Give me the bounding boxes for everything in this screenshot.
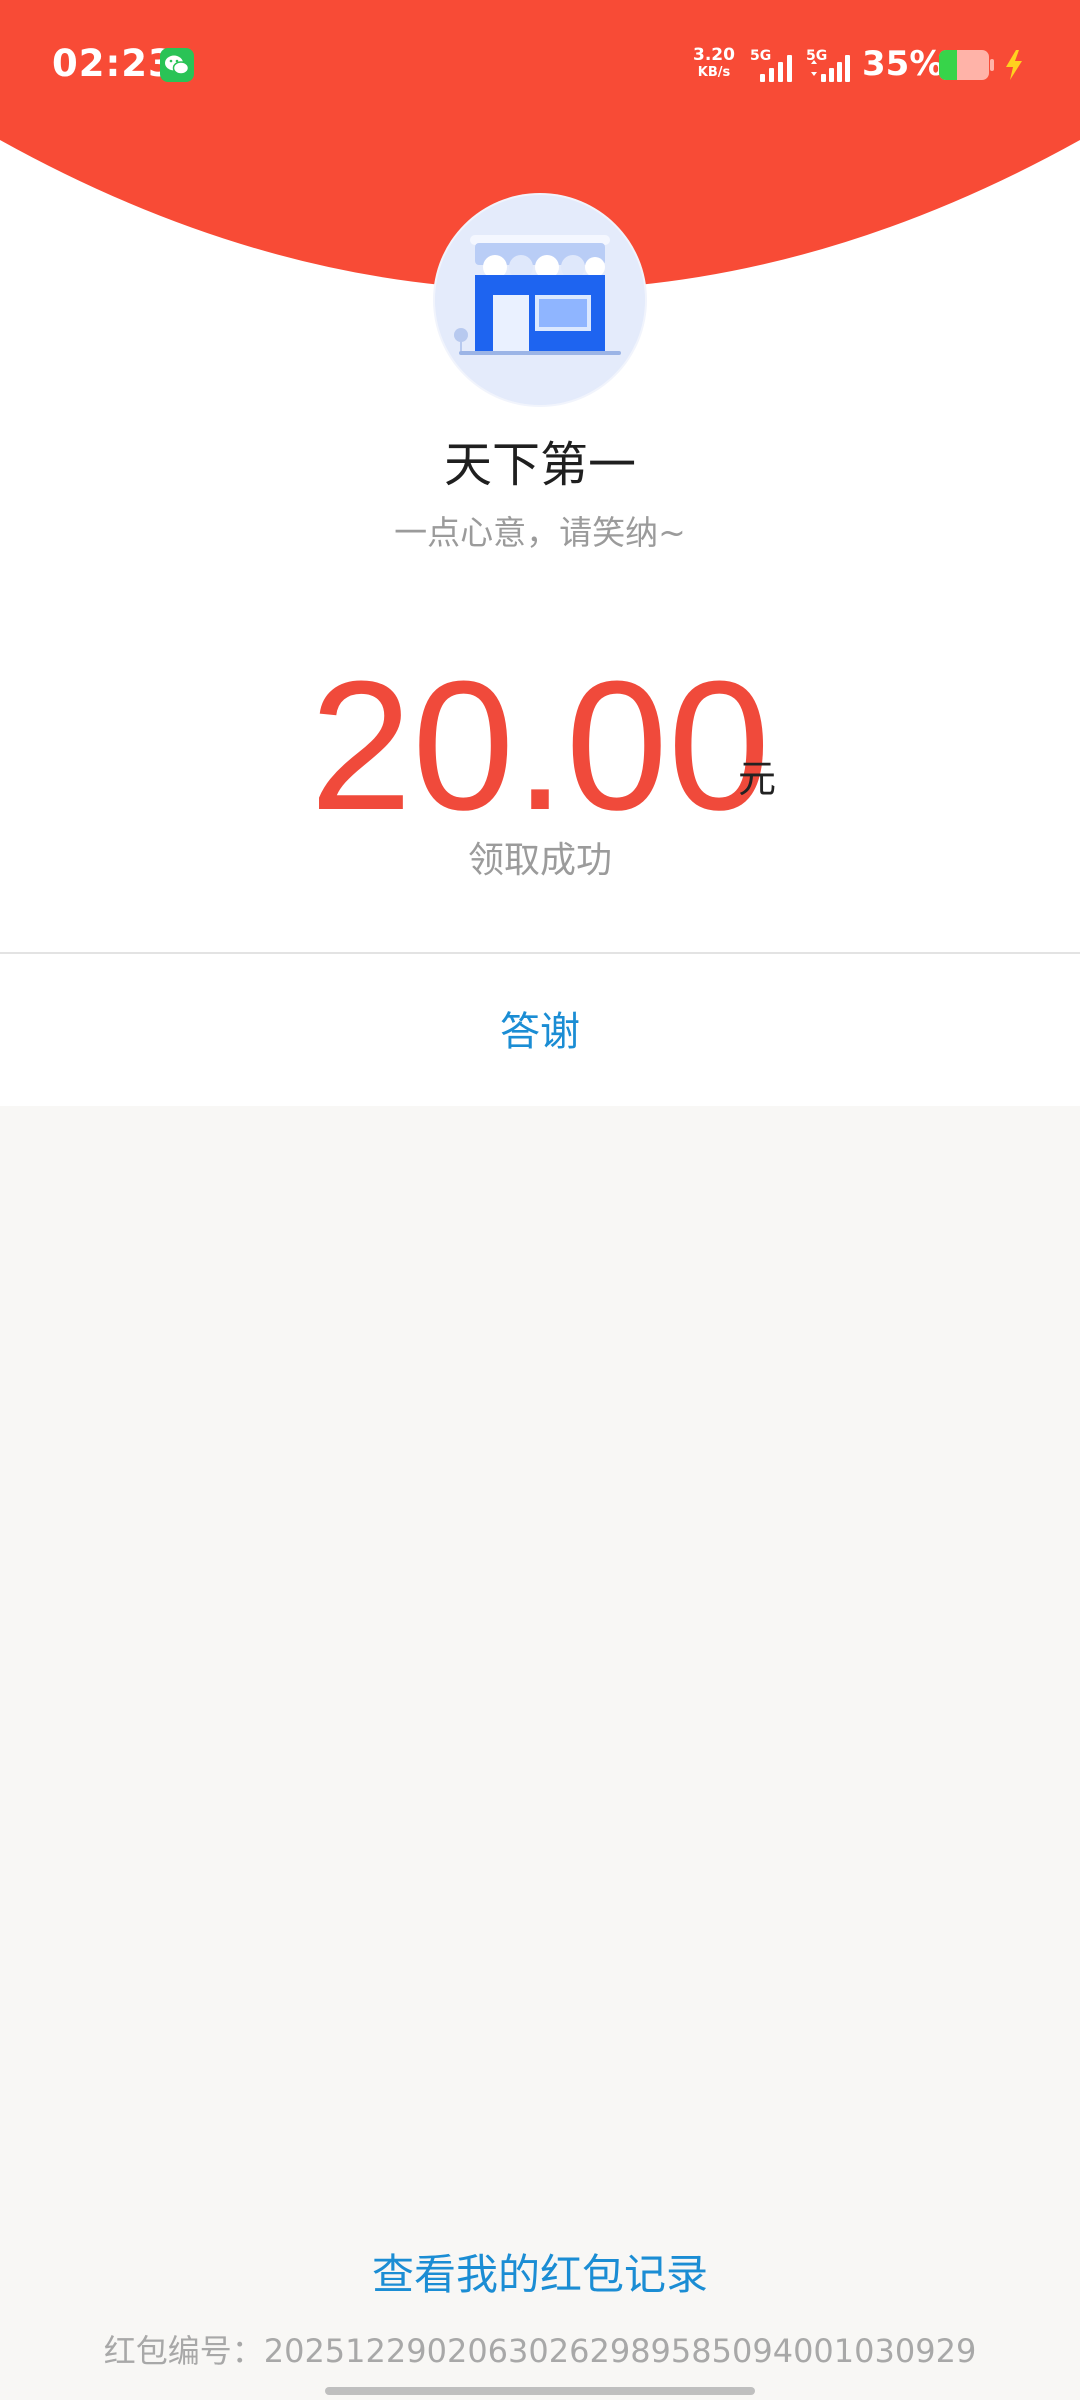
network-speed: 3.20 KB/s [690, 46, 738, 81]
received-status: 领取成功 [467, 840, 612, 881]
sender-name: 天下第一 [443, 437, 636, 493]
red-packet-serial: 红包编号：20251229020630262989585094001030929 [0, 2325, 1080, 2377]
status-time: 02:23 [52, 42, 175, 85]
amount-value: 20.00 [309, 642, 771, 848]
sim2-signal-icon [808, 50, 858, 84]
network-speed-value: 3.20 [693, 45, 735, 65]
amount-unit: 元 [738, 757, 777, 801]
network-speed-unit: KB/s [697, 65, 731, 80]
status-bar: 02:23 3.20 KB/s 5G 5G 35% [0, 0, 1080, 130]
greeting-message: 一点心意，请笑纳~ [394, 513, 686, 552]
sim1-signal-icon [758, 50, 798, 84]
wechat-icon [160, 48, 194, 82]
divider [0, 952, 1080, 954]
storefront-icon [435, 195, 645, 405]
serial-label: 红包编号： [103, 2332, 264, 2370]
battery-icon [938, 48, 996, 82]
home-indicator[interactable] [325, 2387, 755, 2395]
sender-avatar [435, 195, 645, 405]
battery-percent: 35% [862, 44, 944, 84]
charging-bolt-icon [1000, 48, 1028, 82]
serial-number: 20251229020630262989585094001030929 [263, 2332, 977, 2370]
view-records-link[interactable]: 查看我的红包记录 [0, 2245, 1080, 2305]
thanks-button[interactable]: 答谢 [0, 958, 1080, 1106]
